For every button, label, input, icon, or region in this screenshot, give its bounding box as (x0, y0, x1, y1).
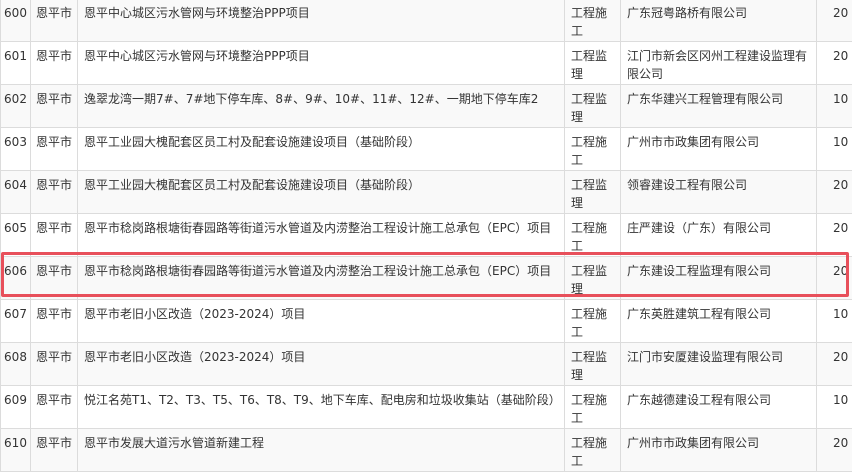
row-number: 609 (1, 386, 31, 429)
project-name-cell: 恩平中心城区污水管网与环境整治PPP项目 (78, 42, 565, 85)
city-cell: 恩平市 (31, 257, 78, 300)
project-name-cell: 恩平中心城区污水管网与环境整治PPP项目 (78, 0, 565, 42)
project-name-cell: 恩平工业园大槐配套区员工村及配套设施建设项目（基础阶段） (78, 171, 565, 214)
row-number: 610 (1, 429, 31, 472)
company-cell: 广东英胜建筑工程有限公司 (621, 300, 817, 343)
work-type-cell: 工程监理 (565, 42, 621, 85)
score-cell: 20 (817, 171, 852, 214)
score-cell: 20 (817, 429, 852, 472)
table-row[interactable]: 602恩平市逸翠龙湾一期7#、7#地下停车库、8#、9#、10#、11#、12#… (1, 85, 852, 128)
company-cell: 广州市市政集团有限公司 (621, 429, 817, 472)
company-cell: 广东华建兴工程管理有限公司 (621, 85, 817, 128)
work-type-cell: 工程监理 (565, 343, 621, 386)
table-row[interactable]: 609恩平市悦江名苑T1、T2、T3、T5、T6、T8、T9、地下车库、配电房和… (1, 386, 852, 429)
project-name-cell: 恩平工业园大槐配套区员工村及配套设施建设项目（基础阶段） (78, 128, 565, 171)
table-row[interactable]: 600恩平市恩平中心城区污水管网与环境整治PPP项目工程施工广东冠粤路桥有限公司… (1, 0, 852, 42)
company-cell: 广东建设工程监理有限公司 (621, 257, 817, 300)
city-cell: 恩平市 (31, 171, 78, 214)
company-cell: 广州市市政集团有限公司 (621, 128, 817, 171)
company-cell: 领睿建设工程有限公司 (621, 171, 817, 214)
company-cell: 广东冠粤路桥有限公司 (621, 0, 817, 42)
city-cell: 恩平市 (31, 343, 78, 386)
row-number: 603 (1, 128, 31, 171)
city-cell: 恩平市 (31, 128, 78, 171)
project-name-cell: 恩平市稔岗路根塘街春园路等街道污水管道及内涝整治工程设计施工总承包（EPC）项目 (78, 257, 565, 300)
company-cell: 庄严建设（广东）有限公司 (621, 214, 817, 257)
score-cell: 10 (817, 386, 852, 429)
city-cell: 恩平市 (31, 214, 78, 257)
table-row[interactable]: 605恩平市恩平市稔岗路根塘街春园路等街道污水管道及内涝整治工程设计施工总承包（… (1, 214, 852, 257)
work-type-cell: 工程施工 (565, 386, 621, 429)
score-cell: 20 (817, 343, 852, 386)
work-type-cell: 工程监理 (565, 171, 621, 214)
table-row[interactable]: 610恩平市恩平市发展大道污水管道新建工程工程施工广州市市政集团有限公司20 (1, 429, 852, 472)
city-cell: 恩平市 (31, 85, 78, 128)
project-name-cell: 恩平市发展大道污水管道新建工程 (78, 429, 565, 472)
score-cell: 10 (817, 300, 852, 343)
city-cell: 恩平市 (31, 300, 78, 343)
row-number: 602 (1, 85, 31, 128)
records-table-body: 600恩平市恩平中心城区污水管网与环境整治PPP项目工程施工广东冠粤路桥有限公司… (1, 0, 852, 472)
table-row[interactable]: 607恩平市恩平市老旧小区改造（2023-2024）项目工程施工广东英胜建筑工程… (1, 300, 852, 343)
work-type-cell: 工程监理 (565, 257, 621, 300)
work-type-cell: 工程施工 (565, 214, 621, 257)
work-type-cell: 工程施工 (565, 0, 621, 42)
project-name-cell: 逸翠龙湾一期7#、7#地下停车库、8#、9#、10#、11#、12#、一期地下停… (78, 85, 565, 128)
table-row[interactable]: 608恩平市恩平市老旧小区改造（2023-2024）项目工程监理江门市安厦建设监… (1, 343, 852, 386)
row-number: 601 (1, 42, 31, 85)
city-cell: 恩平市 (31, 386, 78, 429)
score-cell: 10 (817, 85, 852, 128)
company-cell: 江门市安厦建设监理有限公司 (621, 343, 817, 386)
score-cell: 20 (817, 214, 852, 257)
row-number: 607 (1, 300, 31, 343)
table-row[interactable]: 604恩平市恩平工业园大槐配套区员工村及配套设施建设项目（基础阶段）工程监理领睿… (1, 171, 852, 214)
row-number: 608 (1, 343, 31, 386)
company-cell: 广东越德建设工程有限公司 (621, 386, 817, 429)
table-row[interactable]: 603恩平市恩平工业园大槐配套区员工村及配套设施建设项目（基础阶段）工程施工广州… (1, 128, 852, 171)
score-cell: 20 (817, 257, 852, 300)
work-type-cell: 工程监理 (565, 85, 621, 128)
score-cell: 10 (817, 128, 852, 171)
row-number: 605 (1, 214, 31, 257)
work-type-cell: 工程施工 (565, 128, 621, 171)
work-type-cell: 工程施工 (565, 300, 621, 343)
records-table: 600恩平市恩平中心城区污水管网与环境整治PPP项目工程施工广东冠粤路桥有限公司… (0, 0, 852, 472)
table-row[interactable]: 606恩平市恩平市稔岗路根塘街春园路等街道污水管道及内涝整治工程设计施工总承包（… (1, 257, 852, 300)
project-name-cell: 恩平市稔岗路根塘街春园路等街道污水管道及内涝整治工程设计施工总承包（EPC）项目 (78, 214, 565, 257)
score-cell: 20 (817, 42, 852, 85)
table-row[interactable]: 601恩平市恩平中心城区污水管网与环境整治PPP项目工程监理江门市新会区冈州工程… (1, 42, 852, 85)
row-number: 604 (1, 171, 31, 214)
city-cell: 恩平市 (31, 0, 78, 42)
project-name-cell: 悦江名苑T1、T2、T3、T5、T6、T8、T9、地下车库、配电房和垃圾收集站（… (78, 386, 565, 429)
city-cell: 恩平市 (31, 42, 78, 85)
row-number: 606 (1, 257, 31, 300)
project-name-cell: 恩平市老旧小区改造（2023-2024）项目 (78, 343, 565, 386)
project-name-cell: 恩平市老旧小区改造（2023-2024）项目 (78, 300, 565, 343)
city-cell: 恩平市 (31, 429, 78, 472)
row-number: 600 (1, 0, 31, 42)
company-cell: 江门市新会区冈州工程建设监理有限公司 (621, 42, 817, 85)
work-type-cell: 工程施工 (565, 429, 621, 472)
score-cell: 20 (817, 0, 852, 42)
